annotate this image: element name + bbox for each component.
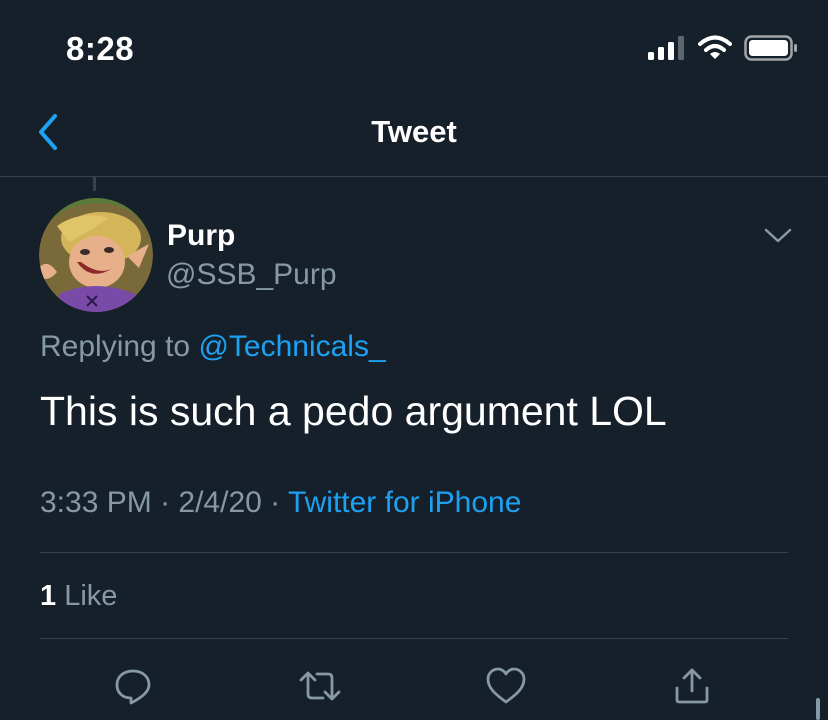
battery-icon	[744, 34, 798, 66]
replying-to-mention-link[interactable]: @Technicals_	[198, 330, 385, 363]
heart-icon	[486, 667, 526, 704]
retweet-icon	[299, 671, 341, 701]
meta-separator: ·	[261, 486, 288, 519]
replying-to-line: Replying to @Technicals_	[40, 330, 386, 364]
avatar-image	[39, 198, 153, 312]
divider	[40, 638, 788, 639]
likes-label: Like	[56, 580, 118, 612]
tweet-date: 2/4/20	[178, 486, 262, 519]
share-icon	[675, 668, 709, 704]
likes-summary[interactable]: 1 Like	[40, 580, 117, 613]
likes-count: 1	[40, 580, 57, 612]
nav-bar: Tweet	[0, 100, 828, 177]
tweet-metadata: 3:33 PM · 2/4/20 · Twitter for iPhone	[40, 486, 521, 520]
scroll-indicator[interactable]	[816, 698, 820, 720]
cellular-signal-icon	[648, 35, 686, 65]
meta-separator: ·	[151, 486, 179, 519]
tweet-text: This is such a pedo argument LOL	[40, 388, 667, 434]
reply-button[interactable]	[111, 664, 155, 708]
thread-connector-line	[93, 177, 96, 191]
wifi-icon	[698, 35, 732, 66]
page-title: Tweet	[371, 114, 457, 149]
status-icons	[648, 34, 798, 66]
author-handle[interactable]: @SSB_Purp	[166, 258, 337, 292]
share-button[interactable]	[670, 664, 714, 708]
status-time: 8:28	[66, 30, 135, 67]
avatar[interactable]	[39, 198, 153, 312]
tweet-detail-screen: 8:28 Tweet Purp @SSB_Purp Replying to @T…	[0, 0, 828, 720]
status-bar: 8:28	[0, 0, 828, 100]
tweet-time: 3:33 PM	[40, 486, 152, 519]
chevron-down-icon	[764, 228, 792, 243]
divider	[40, 552, 788, 553]
tweet-options-button[interactable]	[762, 222, 794, 250]
replying-to-prefix: Replying to	[40, 330, 199, 363]
retweet-button[interactable]	[298, 664, 342, 708]
author-display-name[interactable]: Purp	[167, 219, 235, 253]
reply-icon	[115, 669, 151, 705]
like-button[interactable]	[484, 664, 528, 708]
tweet-source-link[interactable]: Twitter for iPhone	[288, 486, 521, 519]
